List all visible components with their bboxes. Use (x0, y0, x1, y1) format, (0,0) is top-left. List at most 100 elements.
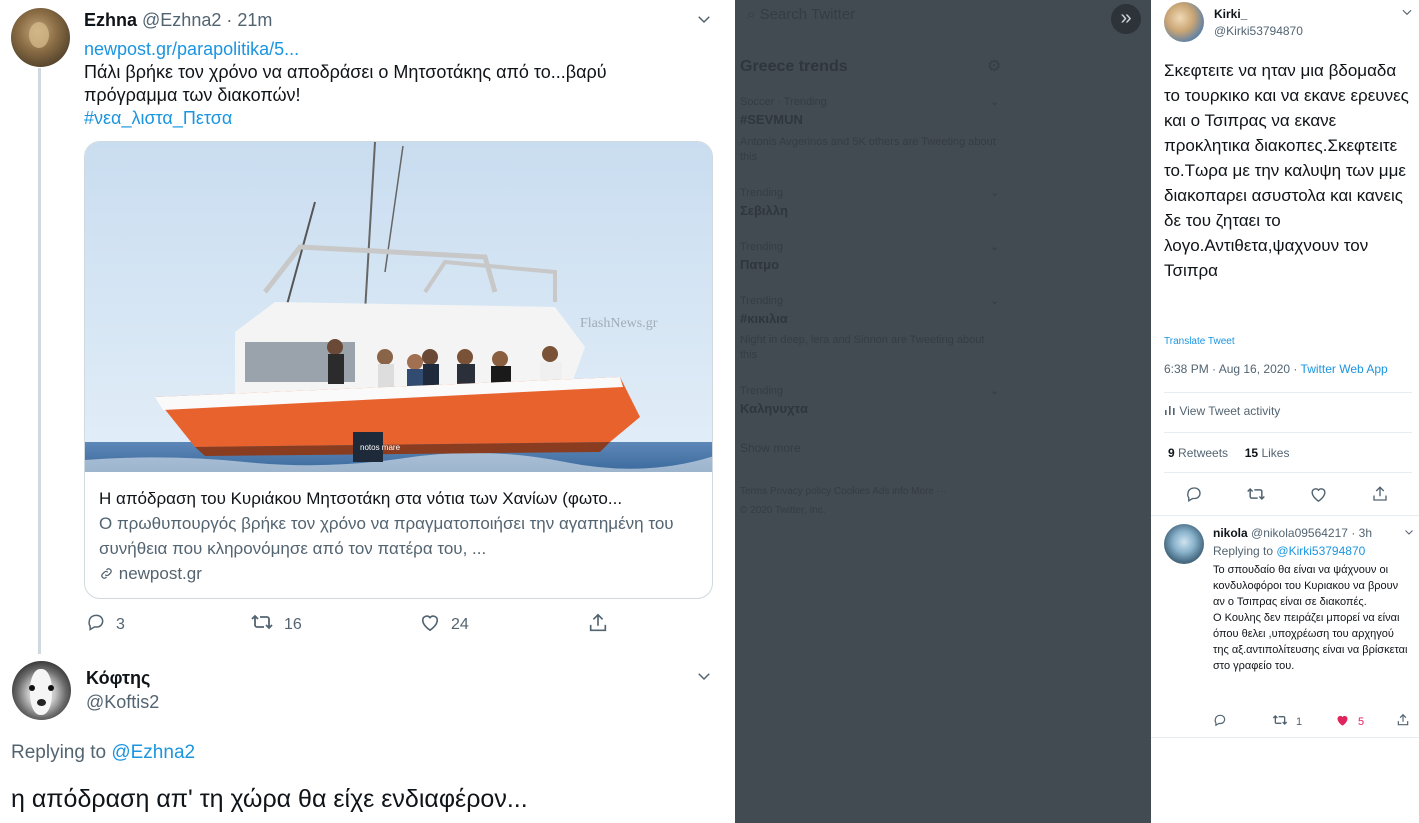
divider (1164, 392, 1412, 393)
hashtag-link[interactable]: #νεα_λιστα_Πετσα (84, 107, 704, 130)
trend-context: Trending (740, 295, 784, 307)
retweets-stat[interactable]: 9 Retweets (1168, 446, 1228, 460)
replying-to: Replying to @Ezhna2 (11, 742, 195, 764)
retweet-button[interactable]: 16 (250, 612, 302, 637)
chevron-down-icon[interactable] (1403, 526, 1415, 541)
card-text: Η απόδραση του Κυριάκου Μητσοτάκη στα νό… (99, 486, 699, 586)
koftis-avatar[interactable] (12, 661, 71, 720)
tweet-header: Ezhna @Ezhna2 · 21m (84, 10, 273, 30)
share-button[interactable] (1396, 713, 1410, 730)
trend-context: Trending (740, 187, 784, 199)
ezhna-avatar[interactable] (11, 8, 70, 67)
likes-count: 15 (1244, 446, 1259, 460)
view-activity-link[interactable]: View Tweet activity (1164, 404, 1280, 418)
divider (1151, 515, 1419, 516)
reply-button[interactable] (1213, 713, 1227, 730)
reply-icon (86, 612, 106, 637)
likes-stat[interactable]: 15 Likes (1245, 446, 1290, 460)
card-image: FlashNews.gr notos mare (85, 142, 712, 472)
reply-text-paragraph: Ο Κουλης δεν πειράζει μπορεί να είναι όπ… (1213, 612, 1408, 672)
reply-author-name[interactable]: nikola (1213, 526, 1248, 540)
card-domain: newpost.gr (99, 561, 699, 586)
reply-author-handle[interactable]: @Koftis2 (86, 692, 159, 713)
tweet-text: Πάλι βρήκε τον χρόνο να αποδράσει ο Μητσ… (84, 62, 607, 105)
heart-icon (419, 612, 441, 637)
trend-name: Πατμο (740, 257, 780, 272)
trend-sub: Night in deep, lera and Sinnon are Tweet… (740, 334, 985, 361)
tweet-body: newpost.gr/parapolitika/5... Πάλι βρήκε … (84, 38, 704, 130)
reply-icon[interactable] (1185, 485, 1203, 508)
reply-time[interactable]: · 3h (1351, 526, 1372, 540)
chevron-down-icon: ⌄ (990, 96, 1000, 108)
tweet-link[interactable]: newpost.gr/parapolitika/5... (84, 38, 704, 61)
like-button[interactable]: 5 (1335, 713, 1364, 730)
reply-count: 3 (116, 615, 125, 633)
share-icon[interactable] (1371, 485, 1389, 508)
chevron-down-icon: ⌄ (990, 295, 1000, 307)
replying-to: Replying to @Kirki53794870 (1213, 544, 1365, 558)
retweets-count: 9 (1168, 446, 1175, 460)
link-card[interactable]: FlashNews.gr notos mare Η απόδραση του Κ… (84, 141, 713, 599)
retweet-button[interactable]: 1 (1272, 713, 1302, 730)
tweet-detail-panel: Kirki_ @Kirki53794870 Σκεφτειτε να ηταν … (1151, 0, 1419, 823)
search-box: ⌕ Search Twitter (747, 6, 855, 23)
dimmed-sidebar[interactable]: ⌕ Search Twitter » Greece trends ⚙ Socce… (735, 0, 1151, 823)
trend-context: Trending (740, 385, 784, 397)
reply-text: η απόδραση απ' τη χώρα θα είχε ενδιαφέρο… (11, 785, 528, 813)
reply-text-paragraph: Το σπουδαίο θα είναι να ψάχνουν οι κονδυ… (1213, 564, 1399, 608)
show-more-link: Show more (740, 441, 801, 455)
heart-icon[interactable] (1309, 485, 1328, 508)
trend-name: Σεβιλλη (740, 203, 788, 218)
divider (1164, 472, 1412, 473)
chevron-down-icon[interactable] (695, 667, 713, 690)
expand-icon[interactable]: » (1111, 4, 1141, 34)
author-name[interactable]: Ezhna (84, 10, 137, 30)
share-icon (1396, 713, 1410, 730)
like-count: 24 (451, 615, 469, 633)
retweet-icon[interactable] (1246, 485, 1266, 508)
search-icon: ⌕ (747, 6, 756, 23)
copyright: © 2020 Twitter, Inc. (740, 505, 826, 516)
timestamp-text[interactable]: 6:38 PM · Aug 16, 2020 · (1164, 362, 1301, 376)
analytics-icon (1164, 404, 1176, 418)
translate-link[interactable]: Translate Tweet (1164, 336, 1235, 347)
card-domain-text: newpost.gr (118, 564, 202, 583)
share-button[interactable] (587, 612, 609, 639)
source-link[interactable]: Twitter Web App (1301, 362, 1388, 376)
tweet-stats: 9 Retweets 15 Likes (1168, 446, 1289, 460)
card-title[interactable]: Η απόδραση του Κυριάκου Μητσοτάκη στα νό… (99, 486, 699, 511)
chevron-down-icon[interactable] (695, 10, 713, 33)
reply-header: nikola @nikola09564217 · 3h (1213, 526, 1372, 540)
left-tweet-column: Ezhna @Ezhna2 · 21m newpost.gr/parapolit… (0, 0, 735, 823)
likes-label: Likes (1261, 446, 1290, 460)
trends-title: Greece trends (740, 58, 848, 75)
tweet-time[interactable]: 21m (237, 10, 272, 30)
share-icon (587, 612, 609, 639)
trend-sub: Antonis Avgerinos and 5K others are Twee… (740, 136, 996, 163)
reply-author-handle[interactable]: @nikola09564217 (1251, 526, 1348, 540)
replying-label: Replying to (1213, 544, 1274, 558)
reply-button[interactable]: 3 (86, 612, 125, 637)
gear-icon: ⚙ (987, 58, 1002, 75)
reply-actions: 1 5 (1151, 713, 1419, 731)
link-icon (99, 564, 119, 583)
like-count: 5 (1358, 715, 1365, 728)
author-name[interactable]: Kirki_ (1214, 7, 1247, 21)
chevron-down-icon: ⌄ (990, 241, 1000, 253)
reply-author-name[interactable]: Κόφτης (86, 668, 150, 689)
author-handle[interactable]: @Ezhna2 (142, 10, 221, 30)
kirki-avatar[interactable] (1164, 2, 1204, 42)
chevron-down-icon[interactable] (1400, 5, 1414, 22)
trend-context: Soccer · Trending (740, 96, 827, 108)
trend-name: #κικιλια (740, 311, 788, 326)
divider (1151, 737, 1419, 738)
replying-label: Replying to (11, 742, 107, 763)
replying-to-link[interactable]: @Ezhna2 (111, 742, 195, 763)
tweet-text: Σκεφτειτε να ηταν μια βδομαδα το τουρκικ… (1164, 61, 1409, 280)
retweets-label: Retweets (1178, 446, 1229, 460)
heart-filled-icon (1335, 713, 1350, 730)
author-handle[interactable]: @Kirki53794870 (1214, 24, 1303, 38)
nikola-avatar[interactable] (1164, 524, 1204, 564)
replying-to-link[interactable]: @Kirki53794870 (1276, 544, 1365, 558)
like-button[interactable]: 24 (419, 612, 469, 637)
